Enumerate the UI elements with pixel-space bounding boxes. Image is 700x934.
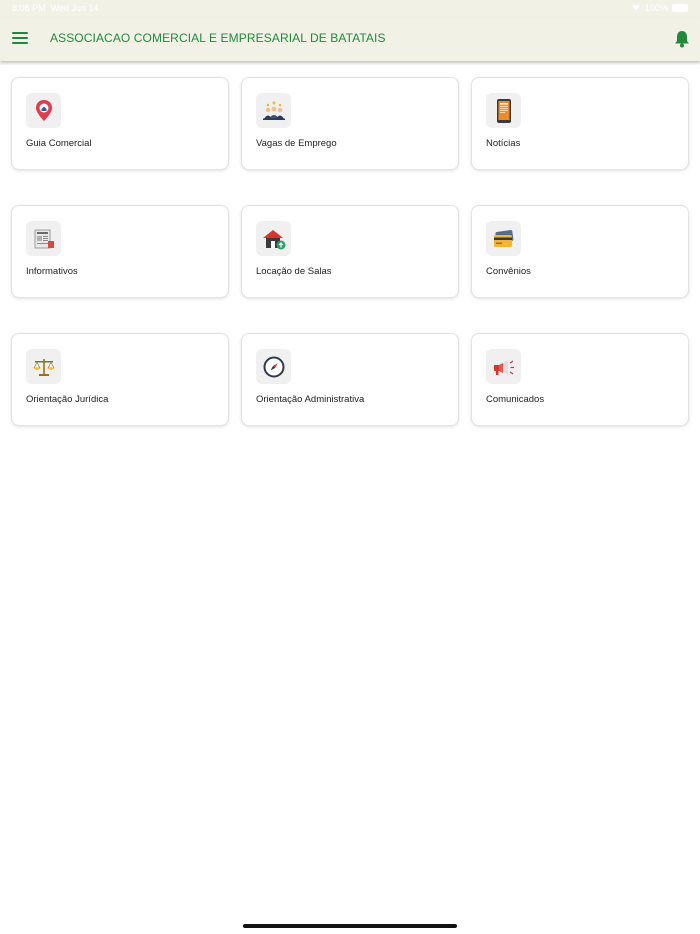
wifi-icon [631, 3, 641, 13]
bell-icon[interactable] [674, 30, 690, 48]
card-comunicados[interactable]: Comunicados [471, 333, 689, 426]
card-label: Orientação Jurídica [26, 394, 109, 405]
card-noticias[interactable]: Notícias [471, 77, 689, 170]
menu-grid: Guia Comercial Vagas de Emprego Notícias… [11, 77, 689, 426]
card-orientacao-administrativa[interactable]: Orientação Administrativa [241, 333, 459, 426]
compass-icon [256, 349, 291, 384]
card-label: Locação de Salas [256, 266, 332, 277]
card-label: Informativos [26, 266, 78, 277]
hamburger-menu-icon[interactable] [12, 32, 28, 46]
status-right: 100% [631, 3, 688, 13]
workers-icon [256, 93, 291, 128]
battery-percent: 100% [644, 3, 668, 13]
house-icon [256, 221, 291, 256]
app-bar: ASSOCIACAO COMERCIAL E EMPRESARIAL DE BA… [0, 18, 700, 61]
map-pin-icon [26, 93, 61, 128]
card-orientacao-juridica[interactable]: Orientação Jurídica [11, 333, 229, 426]
status-bar: 8:08 PM Wed Jun 14 100% [0, 0, 700, 18]
status-time: 8:08 PM Wed Jun 14 [12, 3, 99, 13]
scales-icon [26, 349, 61, 384]
battery-icon [672, 4, 688, 12]
card-label: Notícias [486, 138, 521, 149]
newspaper-icon [26, 221, 61, 256]
card-label: Convênios [486, 266, 531, 277]
card-locacao-de-salas[interactable]: Locação de Salas [241, 205, 459, 298]
card-vagas-de-emprego[interactable]: Vagas de Emprego [241, 77, 459, 170]
card-label: Vagas de Emprego [256, 138, 337, 149]
card-label: Guia Comercial [26, 138, 92, 149]
page-title: ASSOCIACAO COMERCIAL E EMPRESARIAL DE BA… [50, 31, 386, 45]
home-indicator[interactable] [243, 924, 457, 928]
card-convenios[interactable]: Convênios [471, 205, 689, 298]
card-label: Comunicados [486, 394, 545, 405]
card-guia-comercial[interactable]: Guia Comercial [11, 77, 229, 170]
megaphone-icon [486, 349, 521, 384]
credit-card-icon [486, 221, 521, 256]
phone-news-icon [486, 93, 521, 128]
card-informativos[interactable]: Informativos [11, 205, 229, 298]
card-label: Orientação Administrativa [256, 394, 365, 405]
